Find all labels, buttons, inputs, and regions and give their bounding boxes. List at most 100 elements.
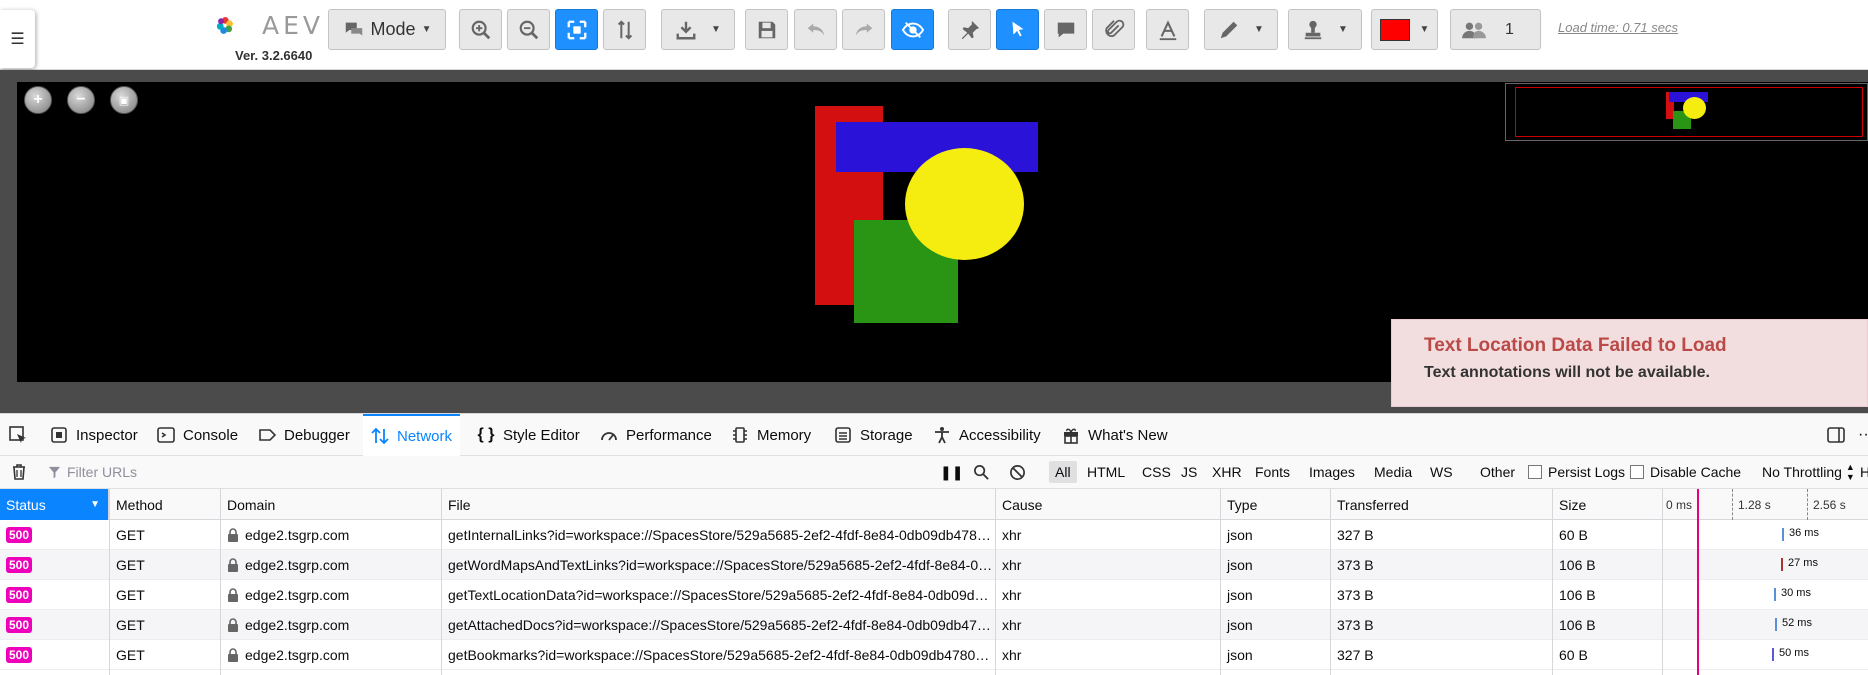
column-header-status[interactable]: Status ▼ xyxy=(0,489,109,520)
waterfall-time: 36 ms xyxy=(1789,527,1819,539)
type-cell: json xyxy=(1227,617,1253,633)
column-divider[interactable] xyxy=(220,489,221,675)
zoom-in-button[interactable] xyxy=(459,9,502,50)
tab-network[interactable]: Network xyxy=(363,414,461,456)
filter-type-ws[interactable]: WS xyxy=(1424,456,1459,488)
column-divider[interactable] xyxy=(1662,489,1663,675)
tab-storage[interactable]: Storage xyxy=(834,414,913,456)
har-menu-button[interactable]: H xyxy=(1860,456,1868,488)
document-minimap[interactable] xyxy=(1505,83,1868,141)
column-divider[interactable] xyxy=(1220,489,1221,675)
dock-icon xyxy=(1827,427,1845,443)
tab-console[interactable]: Console xyxy=(157,414,238,456)
method-cell: GET xyxy=(116,527,145,543)
more-options-button[interactable]: ·· xyxy=(1858,414,1868,456)
performance-icon xyxy=(600,426,618,444)
filter-urls-input[interactable]: Filter URLs xyxy=(48,456,928,488)
chevron-down-icon: ▼ xyxy=(1254,24,1264,35)
column-header-type[interactable]: Type xyxy=(1221,489,1331,520)
attachment-button[interactable] xyxy=(1092,9,1135,50)
stamp-dropdown-button[interactable]: ▼ xyxy=(1288,9,1362,50)
download-dropdown-button[interactable]: ▼ xyxy=(661,9,735,50)
column-header-file[interactable]: File xyxy=(442,489,996,520)
size-cell: 106 B xyxy=(1559,587,1596,603)
persist-logs-checkbox[interactable]: Persist Logs xyxy=(1528,456,1625,488)
column-header-method[interactable]: Method xyxy=(110,489,221,520)
transferred-cell: 327 B xyxy=(1337,647,1374,663)
active-users-button[interactable]: 1 xyxy=(1450,9,1541,50)
tab-accessibility[interactable]: Accessibility xyxy=(933,414,1041,456)
table-row[interactable]: 500 GET edge2.tsgrp.com getWordMapsAndTe… xyxy=(0,550,1868,580)
throttling-select[interactable]: No Throttling ▲ ▼ xyxy=(1762,456,1855,488)
mode-dropdown-button[interactable]: Mode ▼ xyxy=(328,9,446,50)
tab-whats-new[interactable]: What's New xyxy=(1062,414,1168,456)
column-header-domain[interactable]: Domain xyxy=(221,489,442,520)
type-cell: json xyxy=(1227,587,1253,603)
text-tool-button[interactable] xyxy=(1146,9,1189,50)
filter-type-html[interactable]: HTML xyxy=(1081,456,1131,488)
column-divider[interactable] xyxy=(995,489,996,675)
filter-type-fonts[interactable]: Fonts xyxy=(1249,456,1296,488)
canvas-fit-button[interactable]: ▣ xyxy=(110,86,138,114)
tab-style-editor[interactable]: { } Style Editor xyxy=(477,414,580,456)
search-button[interactable] xyxy=(973,456,990,488)
undo-button[interactable] xyxy=(794,9,837,50)
domain-text: edge2.tsgrp.com xyxy=(245,647,350,663)
block-requests-button[interactable] xyxy=(1009,456,1026,488)
filter-type-media[interactable]: Media xyxy=(1368,456,1418,488)
pin-button[interactable] xyxy=(948,9,991,50)
waterfall-time: 27 ms xyxy=(1788,557,1818,569)
tab-label: Storage xyxy=(860,426,913,444)
comment-button[interactable] xyxy=(1044,9,1087,50)
tab-inspector[interactable]: Inspector xyxy=(50,414,138,456)
disable-cache-checkbox[interactable]: Disable Cache xyxy=(1630,456,1741,488)
type-cell: json xyxy=(1227,647,1253,663)
zoom-out-icon xyxy=(519,20,538,39)
fit-height-button[interactable] xyxy=(603,9,646,50)
draw-dropdown-button[interactable]: ▼ xyxy=(1204,9,1278,50)
filter-type-xhr[interactable]: XHR xyxy=(1206,456,1248,488)
fit-to-window-button[interactable] xyxy=(555,9,598,50)
toggle-annotations-visibility-button[interactable] xyxy=(891,9,934,50)
tab-debugger[interactable]: Debugger xyxy=(258,414,350,456)
tab-memory[interactable]: Memory xyxy=(731,414,811,456)
error-toast[interactable]: Text Location Data Failed to Load Text a… xyxy=(1391,319,1868,407)
clear-requests-button[interactable] xyxy=(10,456,28,488)
hamburger-menu-button[interactable]: ☰ xyxy=(0,10,35,68)
chat-bubbles-icon xyxy=(345,22,362,35)
minimap-yellow-circle xyxy=(1683,97,1706,119)
filter-type-css[interactable]: CSS xyxy=(1136,456,1177,488)
zoom-out-button[interactable] xyxy=(507,9,550,50)
tab-performance[interactable]: Performance xyxy=(600,414,712,456)
redo-button[interactable] xyxy=(842,9,885,50)
column-header-cause[interactable]: Cause xyxy=(996,489,1221,520)
select-tool-button[interactable] xyxy=(996,9,1039,50)
save-button[interactable] xyxy=(745,9,788,50)
color-picker-button[interactable]: ▼ xyxy=(1371,9,1438,50)
console-icon xyxy=(157,426,175,444)
dock-side-button[interactable] xyxy=(1826,414,1846,456)
canvas-zoom-in-button[interactable]: + xyxy=(24,86,52,114)
table-row[interactable]: 500 GET edge2.tsgrp.com getTextLocationD… xyxy=(0,580,1868,610)
table-row[interactable]: 500 GET edge2.tsgrp.com getInternalLinks… xyxy=(0,520,1868,550)
domain-cell: edge2.tsgrp.com xyxy=(221,640,441,670)
column-header-size[interactable]: Size xyxy=(1553,489,1663,520)
column-divider[interactable] xyxy=(1330,489,1331,675)
cause-cell: xhr xyxy=(1002,527,1022,543)
table-row[interactable]: 500 GET edge2.tsgrp.com getAttachedDocs?… xyxy=(0,610,1868,640)
load-time-link[interactable]: Load time: 0.71 secs xyxy=(1558,20,1678,35)
pause-button[interactable]: ❚❚ xyxy=(940,456,963,488)
filter-type-js[interactable]: JS xyxy=(1175,456,1203,488)
column-header-transferred[interactable]: Transferred xyxy=(1331,489,1553,520)
canvas-zoom-out-button[interactable]: − xyxy=(67,86,95,114)
filter-type-all[interactable]: All xyxy=(1049,461,1077,483)
domain-cell: edge2.tsgrp.com xyxy=(221,610,441,640)
table-row[interactable]: 500 GET edge2.tsgrp.com getBookmarks?id=… xyxy=(0,640,1868,670)
column-divider[interactable] xyxy=(109,489,110,675)
filter-type-images[interactable]: Images xyxy=(1303,456,1361,488)
filter-type-other[interactable]: Other xyxy=(1474,456,1521,488)
element-picker-button[interactable] xyxy=(8,414,28,456)
column-divider[interactable] xyxy=(441,489,442,675)
column-divider[interactable] xyxy=(1552,489,1553,675)
domain-cell: edge2.tsgrp.com xyxy=(221,580,441,610)
